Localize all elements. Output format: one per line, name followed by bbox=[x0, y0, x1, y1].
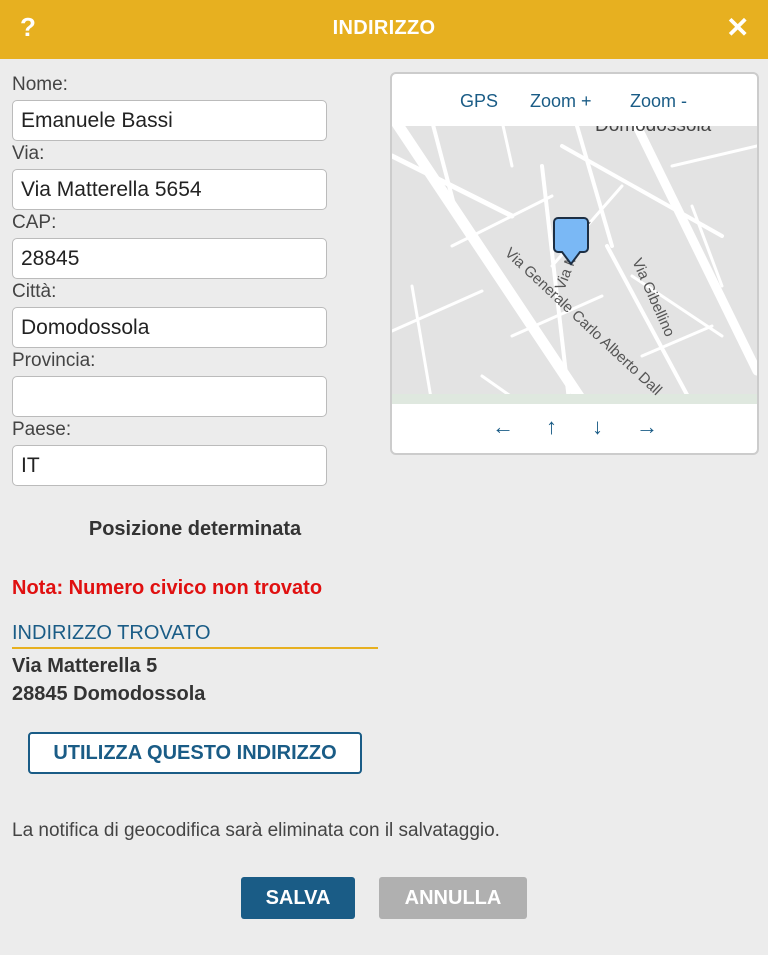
city-field[interactable]: Domodossola bbox=[12, 307, 327, 348]
found-address-heading: INDIRIZZO TROVATO bbox=[12, 622, 378, 649]
name-field[interactable]: Emanuele Bassi bbox=[12, 100, 327, 141]
warning-note: Nota: Numero civico non trovato bbox=[12, 577, 323, 599]
country-field[interactable]: IT bbox=[12, 445, 327, 486]
street-label: Via: bbox=[12, 143, 45, 164]
dialog-titlebar: ? INDIRIZZO ✕ bbox=[0, 0, 768, 59]
map-panel: GPS Zoom + Zoom - Via Generale Carlo Alb… bbox=[390, 72, 759, 455]
position-status: Posizione determinata bbox=[88, 518, 302, 540]
street-value: Via Matterella 5654 bbox=[21, 178, 202, 201]
zoom-in-button[interactable]: Zoom + bbox=[530, 91, 592, 112]
name-label: Nome: bbox=[12, 74, 68, 95]
zip-label: CAP: bbox=[12, 212, 57, 233]
pan-left-icon[interactable]: ← bbox=[492, 414, 514, 440]
pan-up-icon[interactable]: ↑ bbox=[546, 414, 557, 440]
country-value: IT bbox=[21, 454, 40, 477]
province-label: Provincia: bbox=[12, 350, 96, 371]
use-address-button[interactable]: UTILIZZA QUESTO INDIRIZZO bbox=[28, 732, 362, 774]
zip-field[interactable]: 28845 bbox=[12, 238, 327, 279]
map-label-city: Domodossola bbox=[595, 126, 712, 136]
province-field[interactable] bbox=[12, 376, 327, 417]
pan-down-icon[interactable]: ↓ bbox=[592, 414, 603, 440]
street-field[interactable]: Via Matterella 5654 bbox=[12, 169, 327, 210]
map-canvas[interactable]: Domodossola Via Generale Carlo Alberto D… bbox=[392, 126, 757, 404]
dialog-title: INDIRIZZO bbox=[332, 17, 436, 39]
pan-right-icon[interactable]: → bbox=[636, 414, 658, 440]
country-label: Paese: bbox=[12, 419, 72, 440]
found-address-line2: 28845 Domodossola bbox=[12, 683, 206, 705]
save-button[interactable]: SALVA bbox=[241, 877, 355, 919]
zoom-out-button[interactable]: Zoom - bbox=[630, 91, 687, 112]
city-label: Città: bbox=[12, 281, 57, 302]
zip-value: 28845 bbox=[21, 247, 80, 270]
geocode-notice: La notifica di geocodifica sarà eliminat… bbox=[12, 820, 500, 841]
map-streets: Domodossola Via Generale Carlo Alberto D… bbox=[392, 126, 757, 404]
found-address-line1: Via Matterella 5 bbox=[12, 655, 158, 677]
gps-button[interactable]: GPS bbox=[460, 91, 498, 112]
cancel-button[interactable]: ANNULLA bbox=[379, 877, 527, 919]
close-icon[interactable]: ✕ bbox=[726, 11, 749, 44]
city-value: Domodossola bbox=[21, 316, 150, 339]
name-value: Emanuele Bassi bbox=[21, 109, 173, 132]
